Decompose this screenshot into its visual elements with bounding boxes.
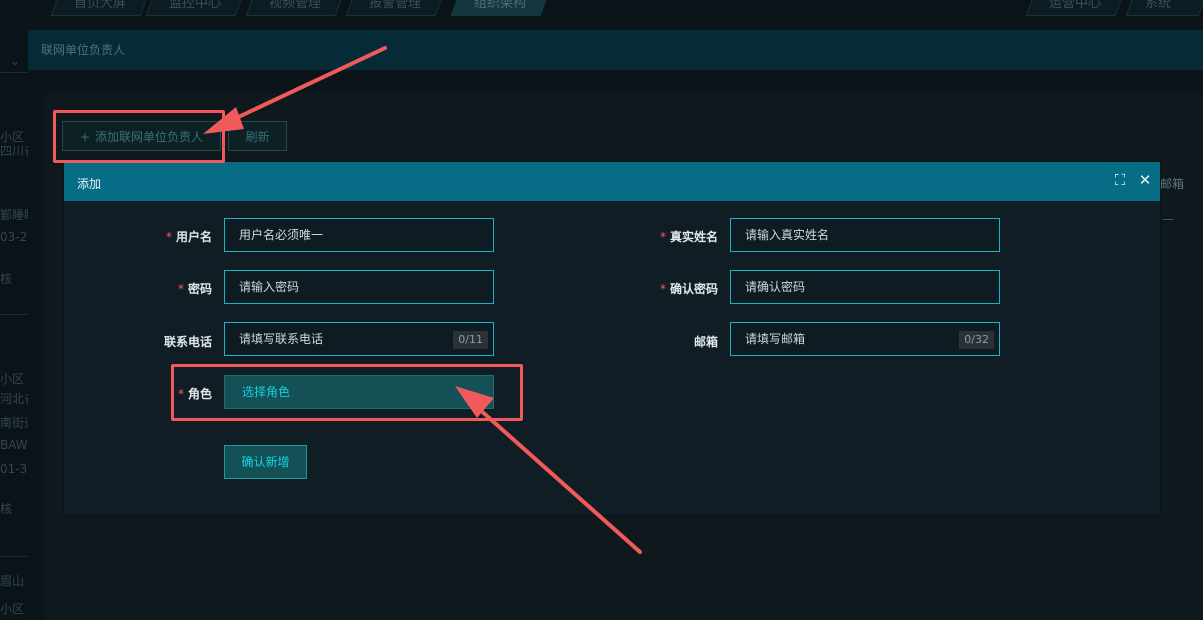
arrow-to-add-button <box>203 46 387 134</box>
annotation-arrows <box>203 46 642 554</box>
arrow-to-role-select <box>455 386 642 554</box>
